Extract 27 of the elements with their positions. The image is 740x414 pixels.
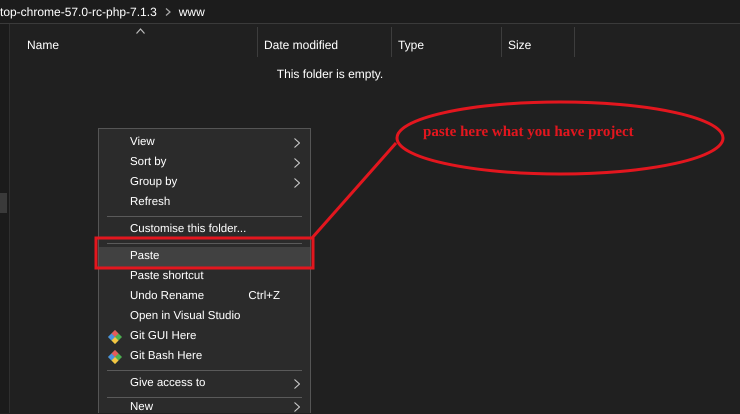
shortcut-text: Ctrl+Z: [248, 289, 280, 304]
menu-item[interactable]: Open in Visual Studio: [99, 307, 310, 327]
breadcrumb-item[interactable]: www: [178, 2, 205, 20]
menu-item[interactable]: Git Bash Here: [99, 347, 310, 367]
menu-item[interactable]: Paste: [99, 247, 310, 267]
menu-item[interactable]: Customise this folder...: [99, 220, 310, 240]
git-diamond-icon: [108, 350, 122, 364]
menu-item[interactable]: Sort by: [99, 153, 310, 173]
menu-item[interactable]: Refresh: [99, 193, 310, 213]
column-header[interactable]: Size: [502, 27, 575, 57]
annotation-text: paste here what you have project: [423, 123, 634, 142]
menu-item[interactable]: Undo Rename Ctrl+Z: [99, 287, 310, 307]
breadcrumb-item[interactable]: top-chrome-57.0-rc-php-7.1.3: [0, 2, 157, 20]
menu-item[interactable]: New: [99, 401, 310, 413]
column-header[interactable]: Type: [392, 27, 502, 57]
scrollbar-thumb[interactable]: [0, 193, 7, 213]
sort-caret-icon: [136, 28, 145, 34]
column-header[interactable]: Date modified: [258, 27, 392, 57]
column-header[interactable]: Name: [10, 27, 258, 57]
menu-item[interactable]: View: [99, 133, 310, 153]
empty-folder-message: This folder is empty.: [276, 66, 384, 83]
chevron-icon: [164, 8, 171, 16]
menu-item[interactable]: Paste shortcut: [99, 267, 310, 287]
menu-item[interactable]: Group by: [99, 173, 310, 193]
menu-item[interactable]: Git GUI Here: [99, 327, 310, 347]
menu-item[interactable]: Give access to: [99, 374, 310, 394]
git-diamond-icon: [108, 330, 122, 344]
